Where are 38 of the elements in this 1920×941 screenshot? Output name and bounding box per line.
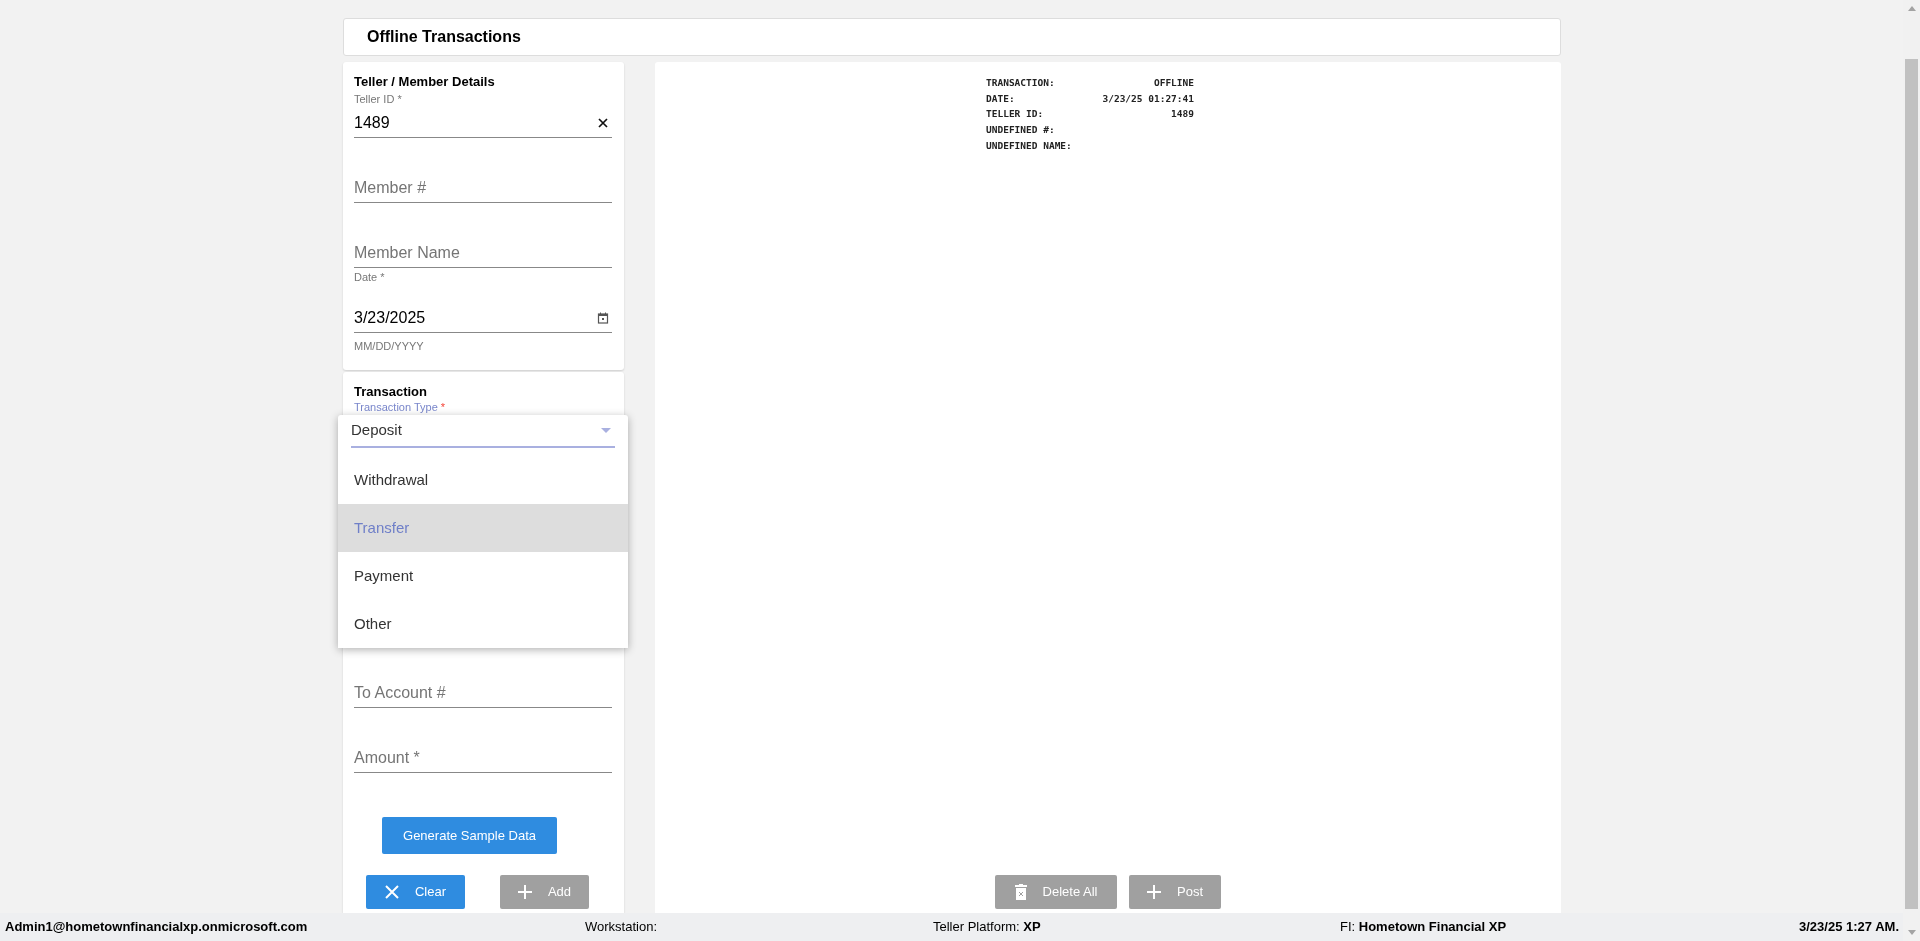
input-field[interactable]: Member # xyxy=(354,173,612,203)
receipt-label: UNDEFINED NAME: xyxy=(986,138,1072,153)
menu-option[interactable]: Withdrawal xyxy=(338,456,628,504)
fi-text: FI: Hometown Financial XP xyxy=(1340,918,1508,937)
caret-icon xyxy=(601,428,611,433)
receipt-value: 3/23/25 01:27:41 xyxy=(1102,91,1194,106)
plus-icon xyxy=(517,885,532,899)
receipt-value: OFFLINE xyxy=(1153,76,1194,90)
input-field[interactable]: Member Name xyxy=(354,238,612,268)
menu-option[interactable]: Deposit xyxy=(351,415,615,448)
field-label: Transaction Type * xyxy=(354,401,447,413)
trash-icon xyxy=(1014,884,1027,900)
receipt-label: TRANSACTION: xyxy=(986,76,1055,90)
plus-icon xyxy=(1147,885,1161,899)
field-label: Teller ID * xyxy=(354,92,402,107)
menu-option[interactable]: Other xyxy=(338,600,628,648)
input-field[interactable]: Amount * xyxy=(354,743,612,773)
arrow-down-icon[interactable] xyxy=(1907,930,1916,935)
date-field[interactable]: 3/23/2025 xyxy=(354,303,612,333)
status-datetime: 3/23/25 1:27 AM. xyxy=(1799,918,1899,937)
input-field[interactable]: 1489 xyxy=(354,108,612,138)
page-title: Offline Transactions xyxy=(367,27,521,47)
field-label: Date * xyxy=(354,270,385,285)
helper-text: MM/DD/YYYY xyxy=(354,339,425,354)
receipt-label: DATE: xyxy=(986,91,1015,106)
section-title: Transaction xyxy=(354,384,428,400)
arrow-up-icon[interactable] xyxy=(1907,6,1916,11)
calendar-icon[interactable] xyxy=(597,311,609,324)
close-icon xyxy=(384,885,399,899)
receipt-label: UNDEFINED #: xyxy=(986,123,1055,138)
close-icon[interactable] xyxy=(597,116,609,129)
receipt-value: 1489 xyxy=(1171,107,1194,122)
section-title: Teller / Member Details xyxy=(354,74,496,90)
receipt-label: TELLER ID: xyxy=(986,107,1044,122)
input-field[interactable]: To Account # xyxy=(354,678,612,708)
clear-button[interactable]: Clear xyxy=(366,875,465,909)
menu-option[interactable]: Payment xyxy=(338,552,628,600)
generate-button[interactable]: Generate Sample Data xyxy=(382,817,557,854)
